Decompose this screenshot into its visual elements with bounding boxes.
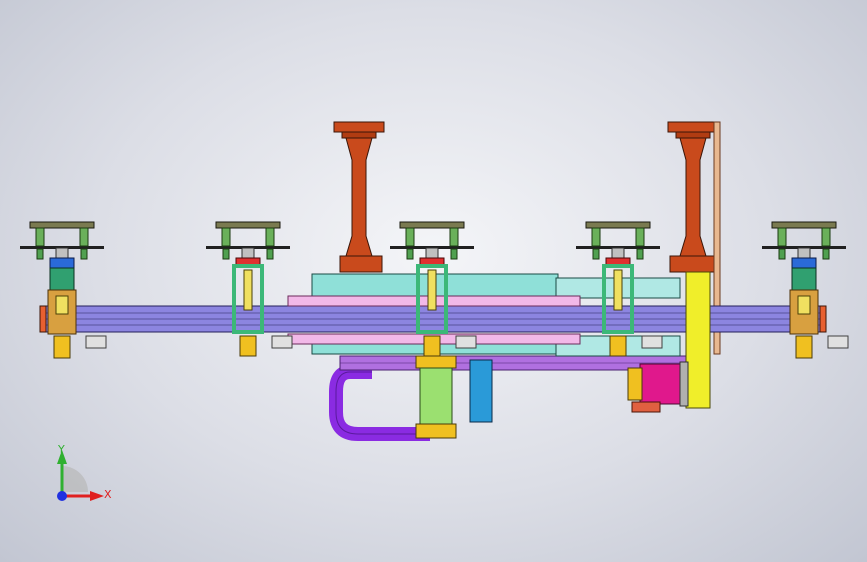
left-column — [333, 121, 385, 273]
servo-motor — [627, 361, 689, 413]
lift-cylinder — [415, 355, 493, 439]
guide-rail — [685, 271, 711, 409]
gripper-station — [20, 221, 107, 359]
gripper-station — [762, 221, 849, 359]
coordinate-triad: Y X — [57, 443, 112, 501]
gripper-station — [206, 221, 293, 357]
y-axis-label: Y — [57, 443, 65, 456]
cad-viewport[interactable]: Y X — [0, 0, 867, 562]
x-axis-label: X — [104, 488, 112, 501]
